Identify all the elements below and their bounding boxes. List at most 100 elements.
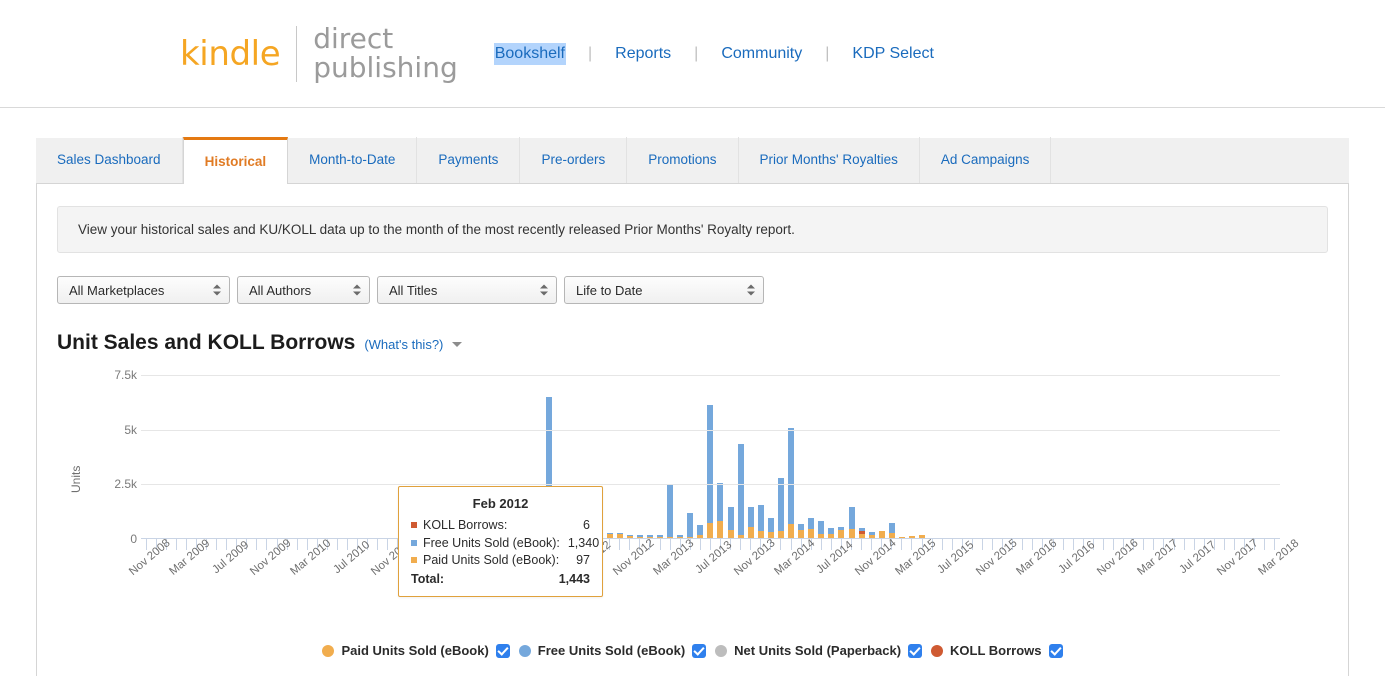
chart-bar[interactable] [1199,375,1209,538]
chart-bar[interactable] [665,375,675,538]
tab-ad-campaigns[interactable]: Ad Campaigns [920,137,1052,183]
whats-this-link[interactable]: (What's this?) [364,337,443,352]
chart-bar[interactable] [1139,375,1149,538]
chart-bar[interactable] [625,375,635,538]
chart-bar[interactable] [242,375,252,538]
chart-bar[interactable] [1159,375,1169,538]
chart-bar[interactable] [1018,375,1028,538]
chart-bar[interactable] [343,375,353,538]
chart-bar[interactable] [201,375,211,538]
chart-bar[interactable] [1088,375,1098,538]
chart-bar[interactable] [312,375,322,538]
legend-checkbox[interactable] [692,643,707,658]
chart-bar[interactable] [846,375,856,538]
chart-bar[interactable] [1129,375,1139,538]
chart-bar[interactable] [1119,375,1129,538]
chart-bar[interactable] [1109,375,1119,538]
chart-bar[interactable] [645,375,655,538]
chart-bar[interactable] [1048,375,1058,538]
chart-bar[interactable] [957,375,967,538]
chart-bar[interactable] [1038,375,1048,538]
chart-bar[interactable] [877,375,887,538]
chart-bar[interactable] [998,375,1008,538]
nav-item-bookshelf[interactable]: Bookshelf [493,42,566,65]
chart-bar[interactable] [1250,375,1260,538]
chart-bar[interactable] [796,375,806,538]
date-range-select[interactable]: Life to Date [564,276,764,304]
chart-bar[interactable] [141,375,151,538]
chart-bar[interactable] [171,375,181,538]
chart-bar[interactable] [917,375,927,538]
title-select[interactable]: All Titles [377,276,557,304]
chart-bar[interactable] [826,375,836,538]
chart-bar[interactable] [151,375,161,538]
chart-bar[interactable] [988,375,998,538]
tab-prior-months-royalties[interactable]: Prior Months' Royalties [739,137,920,183]
chart-bar[interactable] [332,375,342,538]
chart-bar[interactable] [776,375,786,538]
legend-item-1[interactable]: Free Units Sold (eBook) [518,643,707,658]
chart-bar[interactable] [726,375,736,538]
chart-bar[interactable] [695,375,705,538]
chart-bar[interactable] [705,375,715,538]
marketplace-select[interactable]: All Marketplaces [57,276,230,304]
chart-bar[interactable] [615,375,625,538]
chart-bar[interactable] [746,375,756,538]
chart-bar[interactable] [1068,375,1078,538]
kdp-logo[interactable]: kindle direct publishing [180,23,458,85]
chart-bar[interactable] [715,375,725,538]
chart-bar[interactable] [1098,375,1108,538]
chart-bar[interactable] [222,375,232,538]
chart-bar[interactable] [736,375,746,538]
chart-bar[interactable] [262,375,272,538]
legend-item-2[interactable]: Net Units Sold (Paperback) [715,643,923,658]
chart-bar[interactable] [887,375,897,538]
chart-bar[interactable] [373,375,383,538]
chart-bar[interactable] [1058,375,1068,538]
chart-bar[interactable] [1209,375,1219,538]
legend-checkbox[interactable] [495,643,510,658]
chart-bar[interactable] [1229,375,1239,538]
chart-bar[interactable] [212,375,222,538]
chart-bar[interactable] [302,375,312,538]
author-select[interactable]: All Authors [237,276,370,304]
chart-bar[interactable] [1219,375,1229,538]
tab-promotions[interactable]: Promotions [627,137,739,183]
chart-bar[interactable] [635,375,645,538]
chart-bar[interactable] [836,375,846,538]
chart-bar[interactable] [353,375,363,538]
chart-bar[interactable] [977,375,987,538]
chart-bar[interactable] [816,375,826,538]
chart-bar[interactable] [937,375,947,538]
chart-bar[interactable] [161,375,171,538]
chart-bar[interactable] [1149,375,1159,538]
tab-sales-dashboard[interactable]: Sales Dashboard [36,137,183,183]
chart-bar[interactable] [907,375,917,538]
nav-item-kdp-select[interactable]: KDP Select [851,43,935,65]
chart-bar[interactable] [897,375,907,538]
chart-bar[interactable] [1078,375,1088,538]
chart-bar[interactable] [383,375,393,538]
chart-bar[interactable] [1169,375,1179,538]
nav-item-reports[interactable]: Reports [614,43,672,65]
chart-bar[interactable] [1179,375,1189,538]
chevron-down-icon[interactable] [452,342,463,347]
chart-bar[interactable] [1008,375,1018,538]
chart-bar[interactable] [806,375,816,538]
chart-bar[interactable] [655,375,665,538]
chart-bar[interactable] [322,375,332,538]
chart-bar[interactable] [363,375,373,538]
chart-bar[interactable] [786,375,796,538]
chart-bar[interactable] [1260,375,1270,538]
chart-bar[interactable] [766,375,776,538]
chart-bar[interactable] [292,375,302,538]
chart-bar[interactable] [1189,375,1199,538]
tab-month-to-date[interactable]: Month-to-Date [288,137,418,183]
nav-item-community[interactable]: Community [720,43,803,65]
chart-bar[interactable] [967,375,977,538]
chart-bar[interactable] [282,375,292,538]
chart-bar[interactable] [1240,375,1250,538]
chart-bar[interactable] [685,375,695,538]
chart-bar[interactable] [232,375,242,538]
tab-pre-orders[interactable]: Pre-orders [520,137,628,183]
